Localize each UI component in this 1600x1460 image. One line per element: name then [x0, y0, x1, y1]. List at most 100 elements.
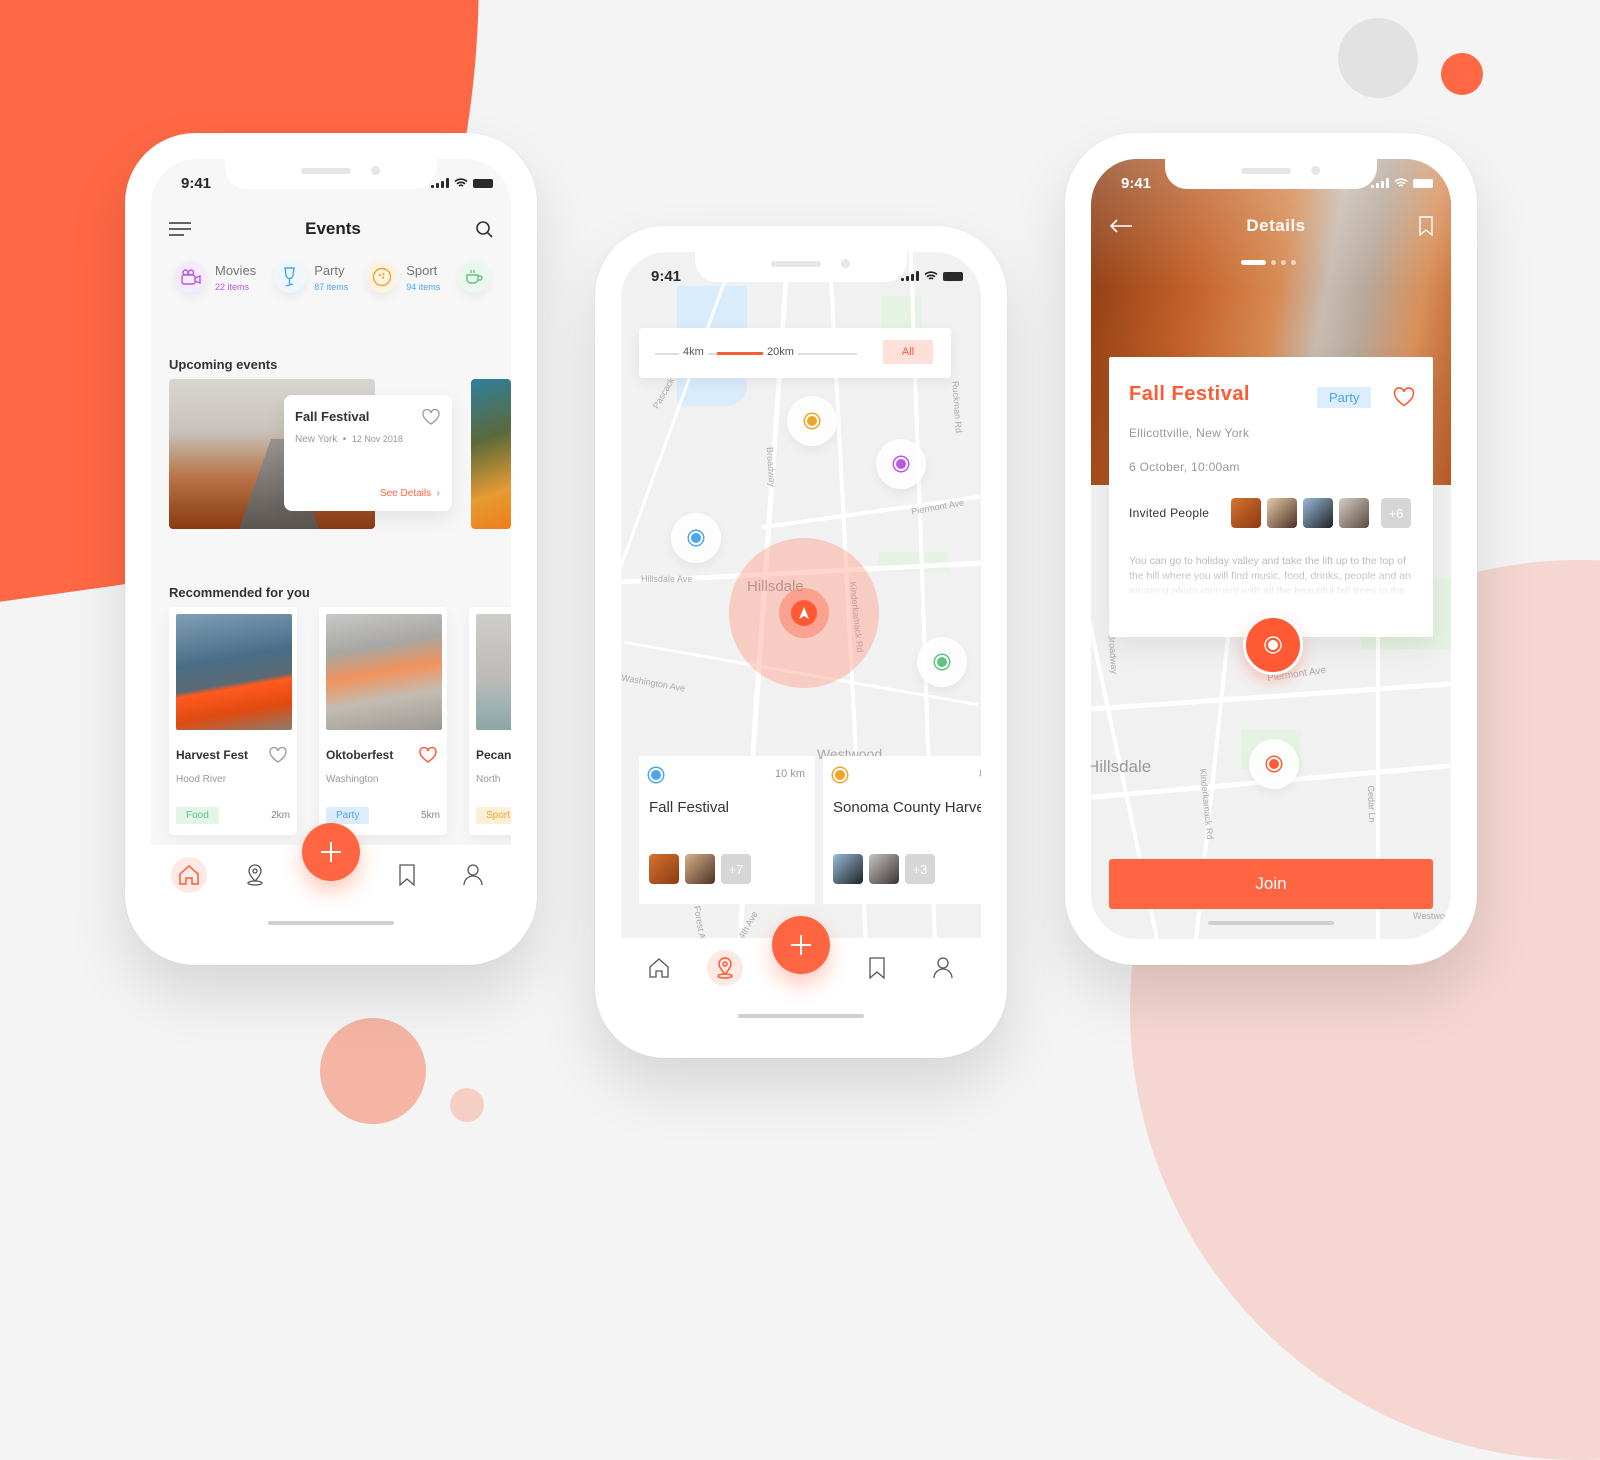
page-title: Events: [305, 219, 361, 238]
wifi-icon: [1394, 178, 1408, 187]
avatar[interactable]: [1339, 498, 1369, 528]
category-tag: Food: [176, 807, 219, 824]
recommended-card[interactable]: Harvest Fest Hood River Food 2km: [169, 607, 297, 835]
event-image: [176, 614, 292, 730]
current-location-radius: [729, 538, 879, 688]
home-indicator: [1208, 921, 1334, 925]
all-filter-button[interactable]: All: [883, 340, 933, 364]
event-location-pin[interactable]: [1243, 615, 1303, 675]
map-pin[interactable]: [1249, 739, 1299, 789]
event-datetime: 6 October, 10:00am: [1129, 460, 1240, 474]
upcoming-event-image[interactable]: [471, 379, 511, 529]
avatar: [869, 854, 899, 884]
details-screen: Broadway Piermont Ave Hillsdale Kinderka…: [1091, 159, 1451, 939]
home-icon: [179, 865, 199, 885]
nav-map[interactable]: [707, 950, 743, 986]
event-image: [476, 614, 511, 730]
signal-icon: [1371, 178, 1389, 188]
bookmark-icon[interactable]: [1419, 216, 1433, 236]
avatar[interactable]: [1303, 498, 1333, 528]
event-title: Fall Festival: [295, 409, 370, 424]
pin-marker-icon: [805, 414, 819, 428]
top-bar: Details: [1109, 211, 1433, 241]
category-list: Movies 22 items Party 87 items Sport 94 …: [175, 261, 491, 293]
avatar: [649, 854, 679, 884]
nav-home[interactable]: [641, 950, 677, 986]
search-icon[interactable]: [475, 220, 493, 238]
pin-marker-icon: [894, 457, 908, 471]
map-pin[interactable]: [876, 439, 926, 489]
user-icon: [933, 957, 953, 979]
bookmark-icon: [869, 957, 885, 979]
wifi-icon: [454, 178, 468, 187]
add-icon: [321, 842, 341, 862]
map-pin[interactable]: [917, 637, 967, 687]
pin-marker-icon: [1264, 636, 1282, 654]
range-min-handle[interactable]: 4km: [679, 344, 708, 360]
attendee-avatars: +3: [833, 854, 935, 884]
invited-avatars: +6: [1231, 498, 1411, 528]
menu-icon[interactable]: [169, 222, 191, 236]
page-title: Details: [1246, 216, 1306, 235]
map-pin[interactable]: [671, 513, 721, 563]
category-tag: Sport: [476, 807, 511, 824]
avatar[interactable]: [1231, 498, 1261, 528]
current-location-button[interactable]: [791, 600, 817, 626]
category-food[interactable]: [458, 261, 491, 293]
range-max-handle[interactable]: 20km: [763, 344, 798, 360]
recommended-card[interactable]: Pecan North Sport: [469, 607, 511, 835]
recommended-card[interactable]: Oktoberfest Washington Party 5km: [319, 607, 447, 835]
category-tag: Party: [326, 807, 370, 824]
nav-map[interactable]: [237, 857, 273, 893]
nav-profile[interactable]: [925, 950, 961, 986]
category-tag: Party: [1317, 387, 1372, 408]
heart-icon[interactable]: [422, 409, 440, 425]
decor-circle: [320, 1018, 426, 1124]
map-screen: Pascack Rd Broadway Ruckman Rd Piermont …: [621, 252, 981, 1032]
attendee-avatars: +7: [649, 854, 751, 884]
see-details-link[interactable]: See Details ›: [380, 488, 440, 499]
nav-profile[interactable]: [455, 857, 491, 893]
add-event-button[interactable]: [772, 916, 830, 974]
back-arrow-icon[interactable]: [1109, 218, 1133, 234]
heart-icon[interactable]: [419, 747, 437, 763]
event-description: You can go to holiday valley and take th…: [1129, 555, 1411, 597]
category-movies[interactable]: Movies 22 items: [175, 261, 256, 293]
pin-marker-icon: [1267, 757, 1281, 771]
add-icon: [791, 935, 811, 955]
coffee-icon: [466, 270, 483, 284]
more-invited-badge[interactable]: +6: [1381, 498, 1411, 528]
upcoming-event-card[interactable]: Fall Festival New York • 12 Nov 2018 See…: [284, 395, 452, 511]
heart-icon[interactable]: [1393, 387, 1415, 407]
wifi-icon: [924, 271, 938, 280]
navigation-arrow-icon: [799, 607, 809, 619]
more-attendees-badge: +7: [721, 854, 751, 884]
signal-icon: [901, 271, 919, 281]
join-button[interactable]: Join: [1109, 859, 1433, 909]
pin-marker-icon: [935, 655, 949, 669]
decor-circle: [450, 1088, 484, 1122]
heart-icon[interactable]: [269, 747, 287, 763]
wine-glass-icon: [284, 267, 295, 287]
home-indicator: [268, 921, 394, 925]
category-sport[interactable]: Sport 94 items: [366, 261, 440, 293]
event-title: Sonoma County Harvest: [833, 799, 981, 816]
phone-details-screen: Broadway Piermont Ave Hillsdale Kinderka…: [1065, 133, 1477, 965]
nav-bookmarks[interactable]: [859, 950, 895, 986]
nav-bookmarks[interactable]: [389, 857, 425, 893]
home-icon: [649, 958, 669, 978]
nav-home[interactable]: [171, 857, 207, 893]
map-event-card[interactable]: 8 km Sonoma County Harvest +3: [823, 756, 981, 904]
map-pin-icon: [717, 957, 733, 979]
range-fill: [717, 352, 767, 355]
add-event-button[interactable]: [302, 823, 360, 881]
user-icon: [463, 864, 483, 886]
phone-events-screen: 9:41 Events Movies 22 items Party 87 ite…: [125, 133, 537, 965]
map-pin-icon: [247, 864, 263, 886]
map-event-card[interactable]: 10 km Fall Festival +7: [639, 756, 815, 904]
map-pin[interactable]: [787, 396, 837, 446]
avatar[interactable]: [1267, 498, 1297, 528]
category-party[interactable]: Party 87 items: [274, 261, 348, 293]
avatar: [685, 854, 715, 884]
distance-range-filter: 4km 20km All: [639, 328, 951, 378]
